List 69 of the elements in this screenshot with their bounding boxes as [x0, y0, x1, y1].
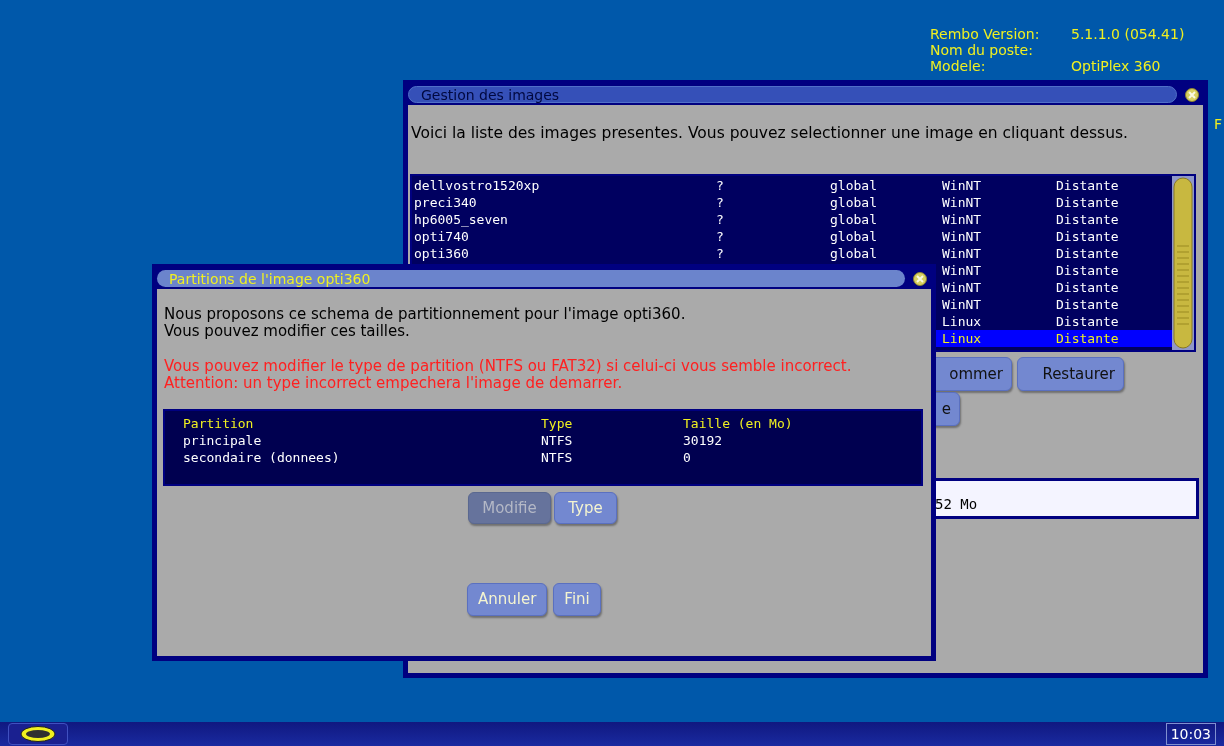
- table-cell-text: global: [830, 211, 878, 229]
- table-cell-text: Linux: [942, 313, 983, 331]
- table-cell-text: Distante: [1056, 313, 1120, 331]
- table-cell-text: 30192: [683, 432, 724, 449]
- table-cell-text: ?: [716, 211, 725, 229]
- logo-icon: [20, 726, 56, 742]
- table-cell-text: WinNT: [942, 194, 983, 212]
- message-text: Vous pouvez modifier ces tailles.: [164, 323, 411, 340]
- table-cell-text: global: [830, 177, 878, 195]
- table-cell-text: Linux: [942, 330, 983, 348]
- close-icon[interactable]: [913, 271, 927, 286]
- table-cell-text: WinNT: [942, 279, 983, 297]
- intro-text: Voici la liste des images presentes. Vous pouvez selectionner une image en cliquant dessus.: [410, 123, 1129, 144]
- table-cell-text: principale: [183, 432, 263, 449]
- table-cell-text: ?: [716, 194, 725, 212]
- table-cell-text: global: [830, 194, 878, 212]
- table-cell-text: WinNT: [942, 177, 983, 195]
- warning-text: Attention: un type incorrect empechera l'image de demarrer.: [164, 375, 624, 392]
- table-cell-text: Distante: [1056, 211, 1120, 229]
- table-cell-text: global: [830, 245, 878, 263]
- table-cell-text: opti740: [414, 228, 470, 246]
- info-value: OptiPlex 360: [1071, 58, 1162, 74]
- table-cell-text: Distante: [1056, 245, 1120, 263]
- close-icon[interactable]: [1185, 87, 1199, 102]
- table-cell-text: Distante: [1056, 262, 1120, 280]
- list-row[interactable]: opti740 ? global WinNT Distante: [412, 228, 1172, 246]
- info-label: Rembo Version:: [930, 26, 1041, 42]
- column-header: Taille (en Mo): [683, 415, 794, 432]
- button[interactable]: Restaurer: [1017, 357, 1124, 392]
- table-cell-text: NTFS: [541, 449, 574, 466]
- table-cell-text: ?: [716, 245, 725, 263]
- table-cell-text: WinNT: [942, 262, 983, 280]
- clock: 10:03: [1165, 723, 1216, 745]
- warning-text: Vous pouvez modifier le type de partition (NTFS ou FAT32) si celui-ci vous semble incorrect.: [164, 358, 853, 375]
- list-row[interactable]: preci340 ? global WinNT Distante: [412, 194, 1172, 212]
- scrollbar[interactable]: [1172, 176, 1194, 351]
- window-title: Gestion des images: [421, 87, 560, 102]
- list-row[interactable]: hp6005_seven ? global WinNT Distante: [412, 211, 1172, 229]
- edge-text: F: [1214, 115, 1223, 134]
- table-cell-text: ?: [716, 177, 725, 195]
- table-cell-text: Distante: [1056, 296, 1120, 314]
- table-cell-text: Distante: [1056, 194, 1120, 212]
- table-cell-text: WinNT: [942, 296, 983, 314]
- table-cell-text: opti360: [414, 245, 470, 263]
- start-button[interactable]: [8, 723, 68, 745]
- table-cell-text: WinNT: [942, 245, 983, 263]
- table-cell-text: WinNT: [942, 228, 983, 246]
- table-cell-text: secondaire (donnees): [183, 449, 341, 466]
- table-cell-text: Distante: [1056, 228, 1120, 246]
- table-cell-text: Distante: [1056, 279, 1120, 297]
- table-cell-text: 0: [683, 449, 692, 466]
- table-cell-text: hp6005_seven: [414, 211, 509, 229]
- table-cell-text: dellvostro1520xp: [414, 177, 541, 195]
- message-text: Nous proposons ce schema de partitionnement pour l'image opti360.: [164, 306, 687, 323]
- list-row[interactable]: dellvostro1520xp ? global WinNT Distante: [412, 177, 1172, 195]
- table-cell-text: NTFS: [541, 432, 574, 449]
- info-value: 5.1.1.0 (054.41): [1071, 26, 1185, 42]
- info-label: Modele:: [930, 58, 987, 74]
- table-cell-text: global: [830, 228, 878, 246]
- dialog-title: Partitions de l'image opti360: [169, 271, 371, 286]
- table-cell-text: Distante: [1056, 330, 1120, 348]
- table-cell-text: preci340: [414, 194, 478, 212]
- table-cell-text: Distante: [1056, 177, 1120, 195]
- list-row[interactable]: opti360 ? global WinNT Distante: [412, 245, 1172, 263]
- info-label: Nom du poste:: [930, 42, 1034, 58]
- column-header: Type: [541, 415, 574, 432]
- table-cell-text: ?: [716, 228, 725, 246]
- column-header: Partition: [183, 415, 255, 432]
- table-cell-text: WinNT: [942, 211, 983, 229]
